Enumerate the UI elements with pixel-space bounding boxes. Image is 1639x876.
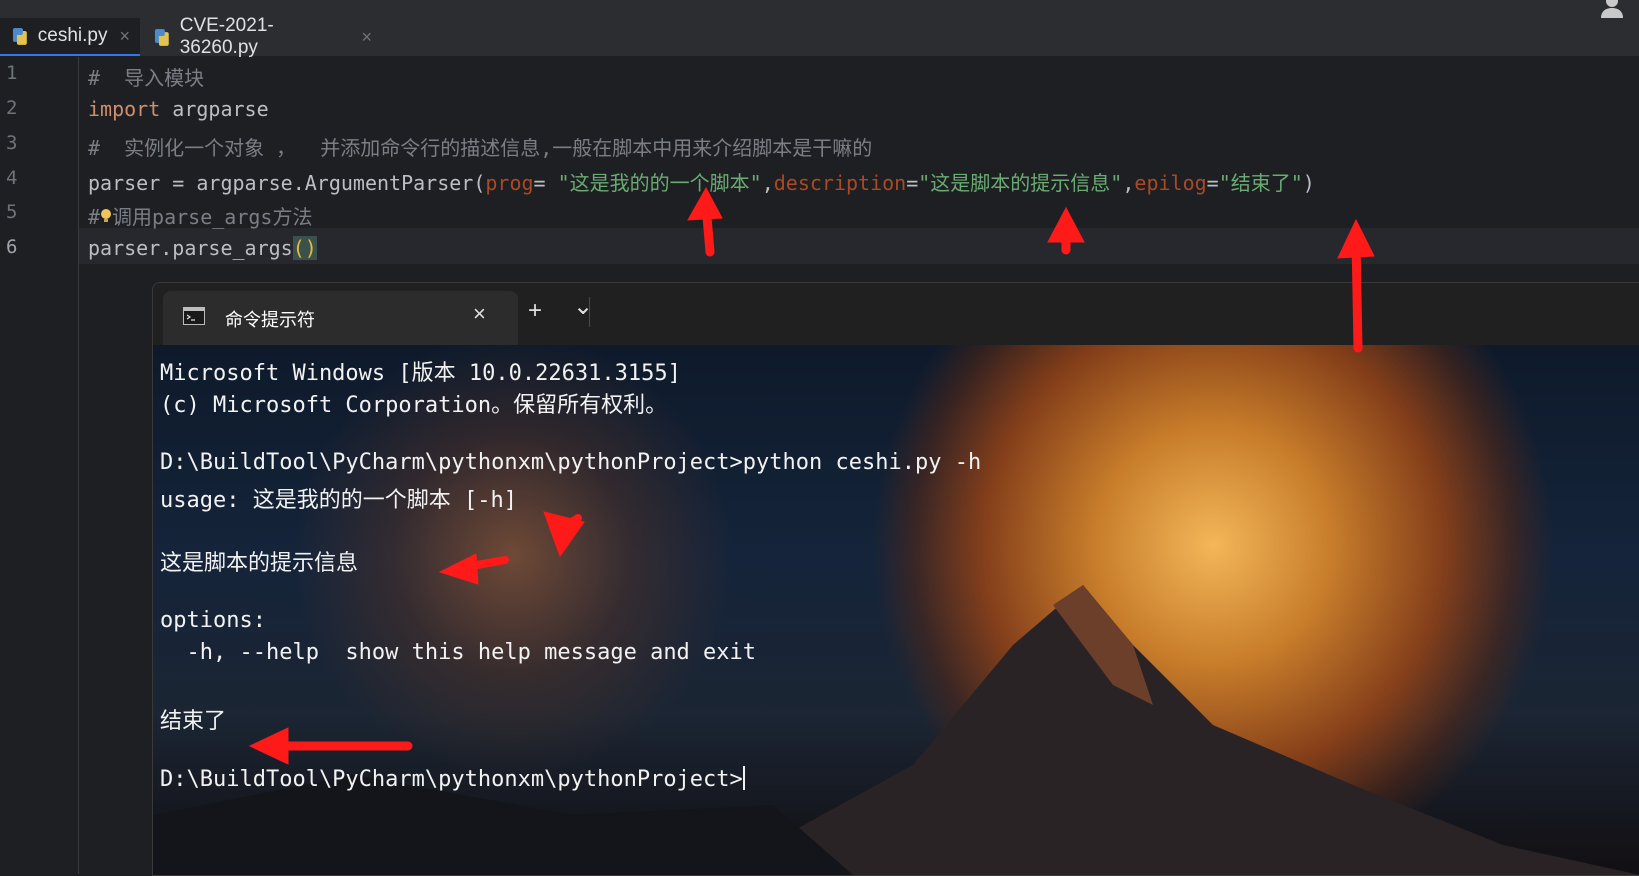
- lightbulb-icon[interactable]: [100, 208, 112, 224]
- new-tab-button[interactable]: +: [528, 297, 542, 325]
- comment-text: 调用parse_args方法: [112, 205, 313, 229]
- code-line-5: # 调用parse_args方法: [88, 201, 312, 230]
- chevron-down-icon[interactable]: ⌄: [573, 293, 593, 321]
- code-line-2: import argparse: [88, 97, 269, 121]
- terminal-line: D:\BuildTool\PyCharm\pythonxm\pythonProj…: [160, 450, 982, 475]
- matched-parens: (): [292, 236, 317, 260]
- close-tab-icon[interactable]: ×: [361, 27, 372, 48]
- line-number: 4: [6, 167, 18, 189]
- code-text: ,: [1122, 171, 1135, 195]
- terminal-line: options:: [160, 608, 266, 633]
- tab-label: CVE-2021-36260.py: [179, 15, 274, 58]
- close-tab-icon[interactable]: ×: [119, 26, 130, 47]
- terminal-window[interactable]: 命令提示符 × + ⌄ Microsoft Windows [版本 10.0.2…: [152, 282, 1639, 876]
- terminal-line: 这是脚本的提示信息: [160, 551, 359, 576]
- code-text: =: [1206, 171, 1219, 195]
- line-number: 2: [6, 97, 18, 119]
- line-number: 5: [6, 201, 18, 223]
- code-text: =: [906, 171, 919, 195]
- code-text: =: [533, 171, 558, 195]
- terminal-prompt[interactable]: D:\BuildTool\PyCharm\pythonxm\pythonProj…: [160, 766, 745, 792]
- param-description: description: [773, 171, 907, 195]
- line-number: 1: [6, 62, 18, 84]
- editor-tab-bar: ceshi.py × CVE-2021-36260.py ×: [0, 15, 1639, 58]
- terminal-line: usage: 这是我的的一个脚本 [-h]: [160, 488, 517, 513]
- terminal-output[interactable]: Microsoft Windows [版本 10.0.22631.3155] (…: [153, 345, 1639, 875]
- tab-cve-2021-36260-py[interactable]: CVE-2021-36260.py ×: [142, 15, 382, 58]
- terminal-line: (c) Microsoft Corporation。保留所有权利。: [160, 393, 668, 418]
- param-prog: prog: [485, 171, 534, 195]
- keyword-import: import: [88, 97, 161, 121]
- terminal-line: -h, --help show this help message and ex…: [160, 640, 757, 665]
- terminal-tab-title: 命令提示符: [225, 310, 315, 330]
- prompt-text: D:\BuildTool\PyCharm\pythonxm\pythonProj…: [160, 767, 743, 792]
- code-text: ): [1302, 171, 1315, 195]
- string-description: "这是脚本的提示信息": [918, 171, 1123, 195]
- command-prompt-icon: [183, 307, 205, 325]
- comment-hash: #: [88, 205, 101, 229]
- text-cursor: [742, 766, 745, 790]
- close-tab-icon[interactable]: ×: [473, 301, 486, 327]
- code-text: ,: [761, 171, 774, 195]
- code-line-6: parser.parse_args(): [88, 236, 317, 260]
- line-number-gutter: 1 2 3 4 5 6: [0, 57, 79, 874]
- terminal-tab-bar: 命令提示符 × + ⌄: [153, 283, 1639, 345]
- tab-ceshi-py[interactable]: ceshi.py ×: [0, 18, 140, 56]
- terminal-line: 结束了: [160, 709, 227, 734]
- terminal-line: Microsoft Windows [版本 10.0.22631.3155]: [160, 361, 681, 386]
- tab-label: ceshi.py: [37, 25, 108, 46]
- string-epilog: "结束了": [1218, 171, 1303, 195]
- mountain-wallpaper: [153, 585, 1639, 875]
- param-epilog: epilog: [1134, 171, 1207, 195]
- code-line-3: # 实例化一个对象 ， 并添加命令行的描述信息,一般在脚本中用来介绍脚本是干嘛的: [88, 136, 873, 160]
- string-prog: "这是我的的一个脚本": [557, 171, 762, 195]
- terminal-tab[interactable]: 命令提示符 ×: [163, 291, 518, 345]
- code-line-4: parser = argparse.ArgumentParser(prog= "…: [88, 167, 1315, 196]
- line-number: 3: [6, 132, 18, 154]
- code-text: parser.parse_args: [88, 236, 293, 260]
- python-file-icon: [12, 28, 27, 45]
- user-icon[interactable]: [1599, 0, 1625, 18]
- code-text: argparse: [160, 97, 269, 121]
- python-file-icon: [154, 29, 169, 46]
- code-line-1: # 导入模块: [88, 66, 205, 90]
- line-number: 6: [6, 236, 18, 258]
- code-text: parser = argparse.ArgumentParser(: [88, 171, 486, 195]
